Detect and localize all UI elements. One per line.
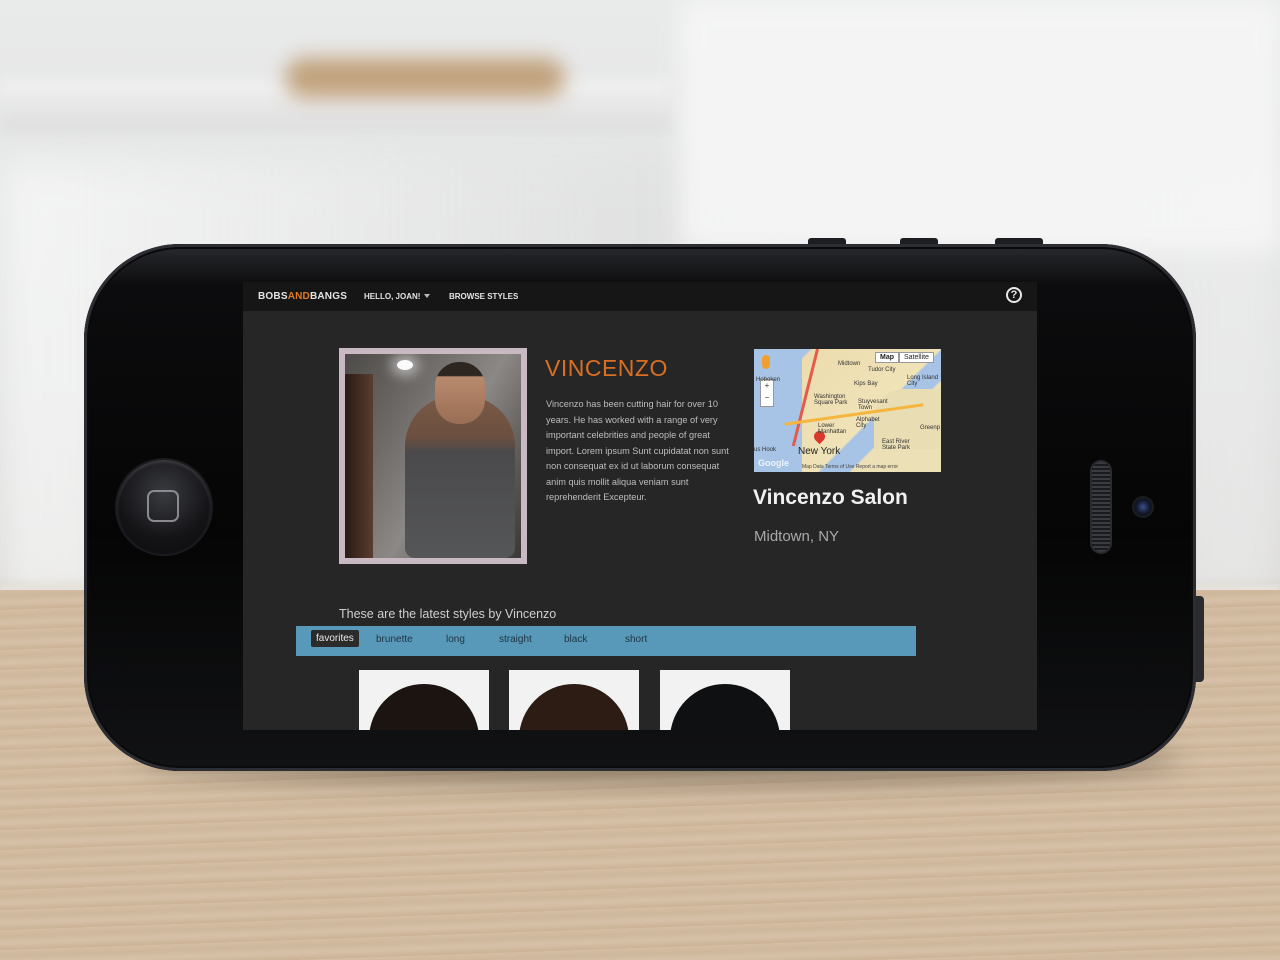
help-icon[interactable]: ?: [1006, 287, 1022, 303]
user-menu[interactable]: HELLO, JOAN!: [364, 292, 420, 301]
tab-short[interactable]: short: [625, 634, 647, 645]
style-filter-bar: favorites brunette long straight black s…: [296, 626, 916, 656]
street-view-icon[interactable]: [762, 355, 770, 369]
stylist-photo: [345, 354, 521, 558]
brand-logo[interactable]: BOBSANDBANGS: [258, 291, 347, 302]
background-hairbrush: [285, 58, 565, 98]
home-square-icon: [147, 490, 179, 522]
google-logo: Google: [758, 458, 789, 468]
top-navigation-bar: BOBSANDBANGS HELLO, JOAN! BROWSE STYLES …: [243, 282, 1037, 311]
phone-speaker: [1092, 462, 1110, 552]
chevron-down-icon[interactable]: [424, 294, 430, 298]
style-thumbnail[interactable]: [660, 670, 790, 730]
style-thumbnail[interactable]: [359, 670, 489, 730]
home-button[interactable]: [117, 460, 211, 554]
tab-long[interactable]: long: [446, 634, 465, 645]
app-screen: BOBSANDBANGS HELLO, JOAN! BROWSE STYLES …: [243, 282, 1037, 730]
salon-location: Midtown, NY: [754, 528, 840, 545]
stylist-photo-frame: [339, 348, 527, 564]
salon-name[interactable]: Vincenzo Salon: [753, 486, 908, 510]
phone-side-switch: [1196, 596, 1204, 682]
front-camera: [1134, 498, 1152, 516]
map-type-satellite-button[interactable]: Satellite: [899, 352, 934, 363]
map-type-map-button[interactable]: Map: [875, 352, 899, 363]
map-city-label: New York: [798, 446, 841, 457]
tab-brunette[interactable]: brunette: [376, 634, 413, 645]
latest-styles-heading: These are the latest styles by Vincenzo: [339, 607, 557, 621]
tab-straight[interactable]: straight: [499, 634, 532, 645]
map-zoom-control[interactable]: + −: [760, 379, 774, 407]
tab-favorites[interactable]: favorites: [311, 630, 359, 647]
stylist-name: VINCENZO: [545, 355, 668, 381]
salon-map[interactable]: + − Map Satellite Midtown Tudor City Hobo…: [754, 349, 941, 472]
background-window-light: [680, 0, 1280, 250]
stylist-bio: Vincenzo has been cutting hair for over …: [546, 399, 729, 502]
nav-browse-styles[interactable]: BROWSE STYLES: [449, 292, 518, 301]
map-type-toggle: Map Satellite: [875, 352, 934, 363]
tab-black[interactable]: black: [564, 634, 587, 645]
map-footer[interactable]: Map Data Terms of Use Report a map error: [802, 464, 898, 470]
style-thumbnail[interactable]: [509, 670, 639, 730]
